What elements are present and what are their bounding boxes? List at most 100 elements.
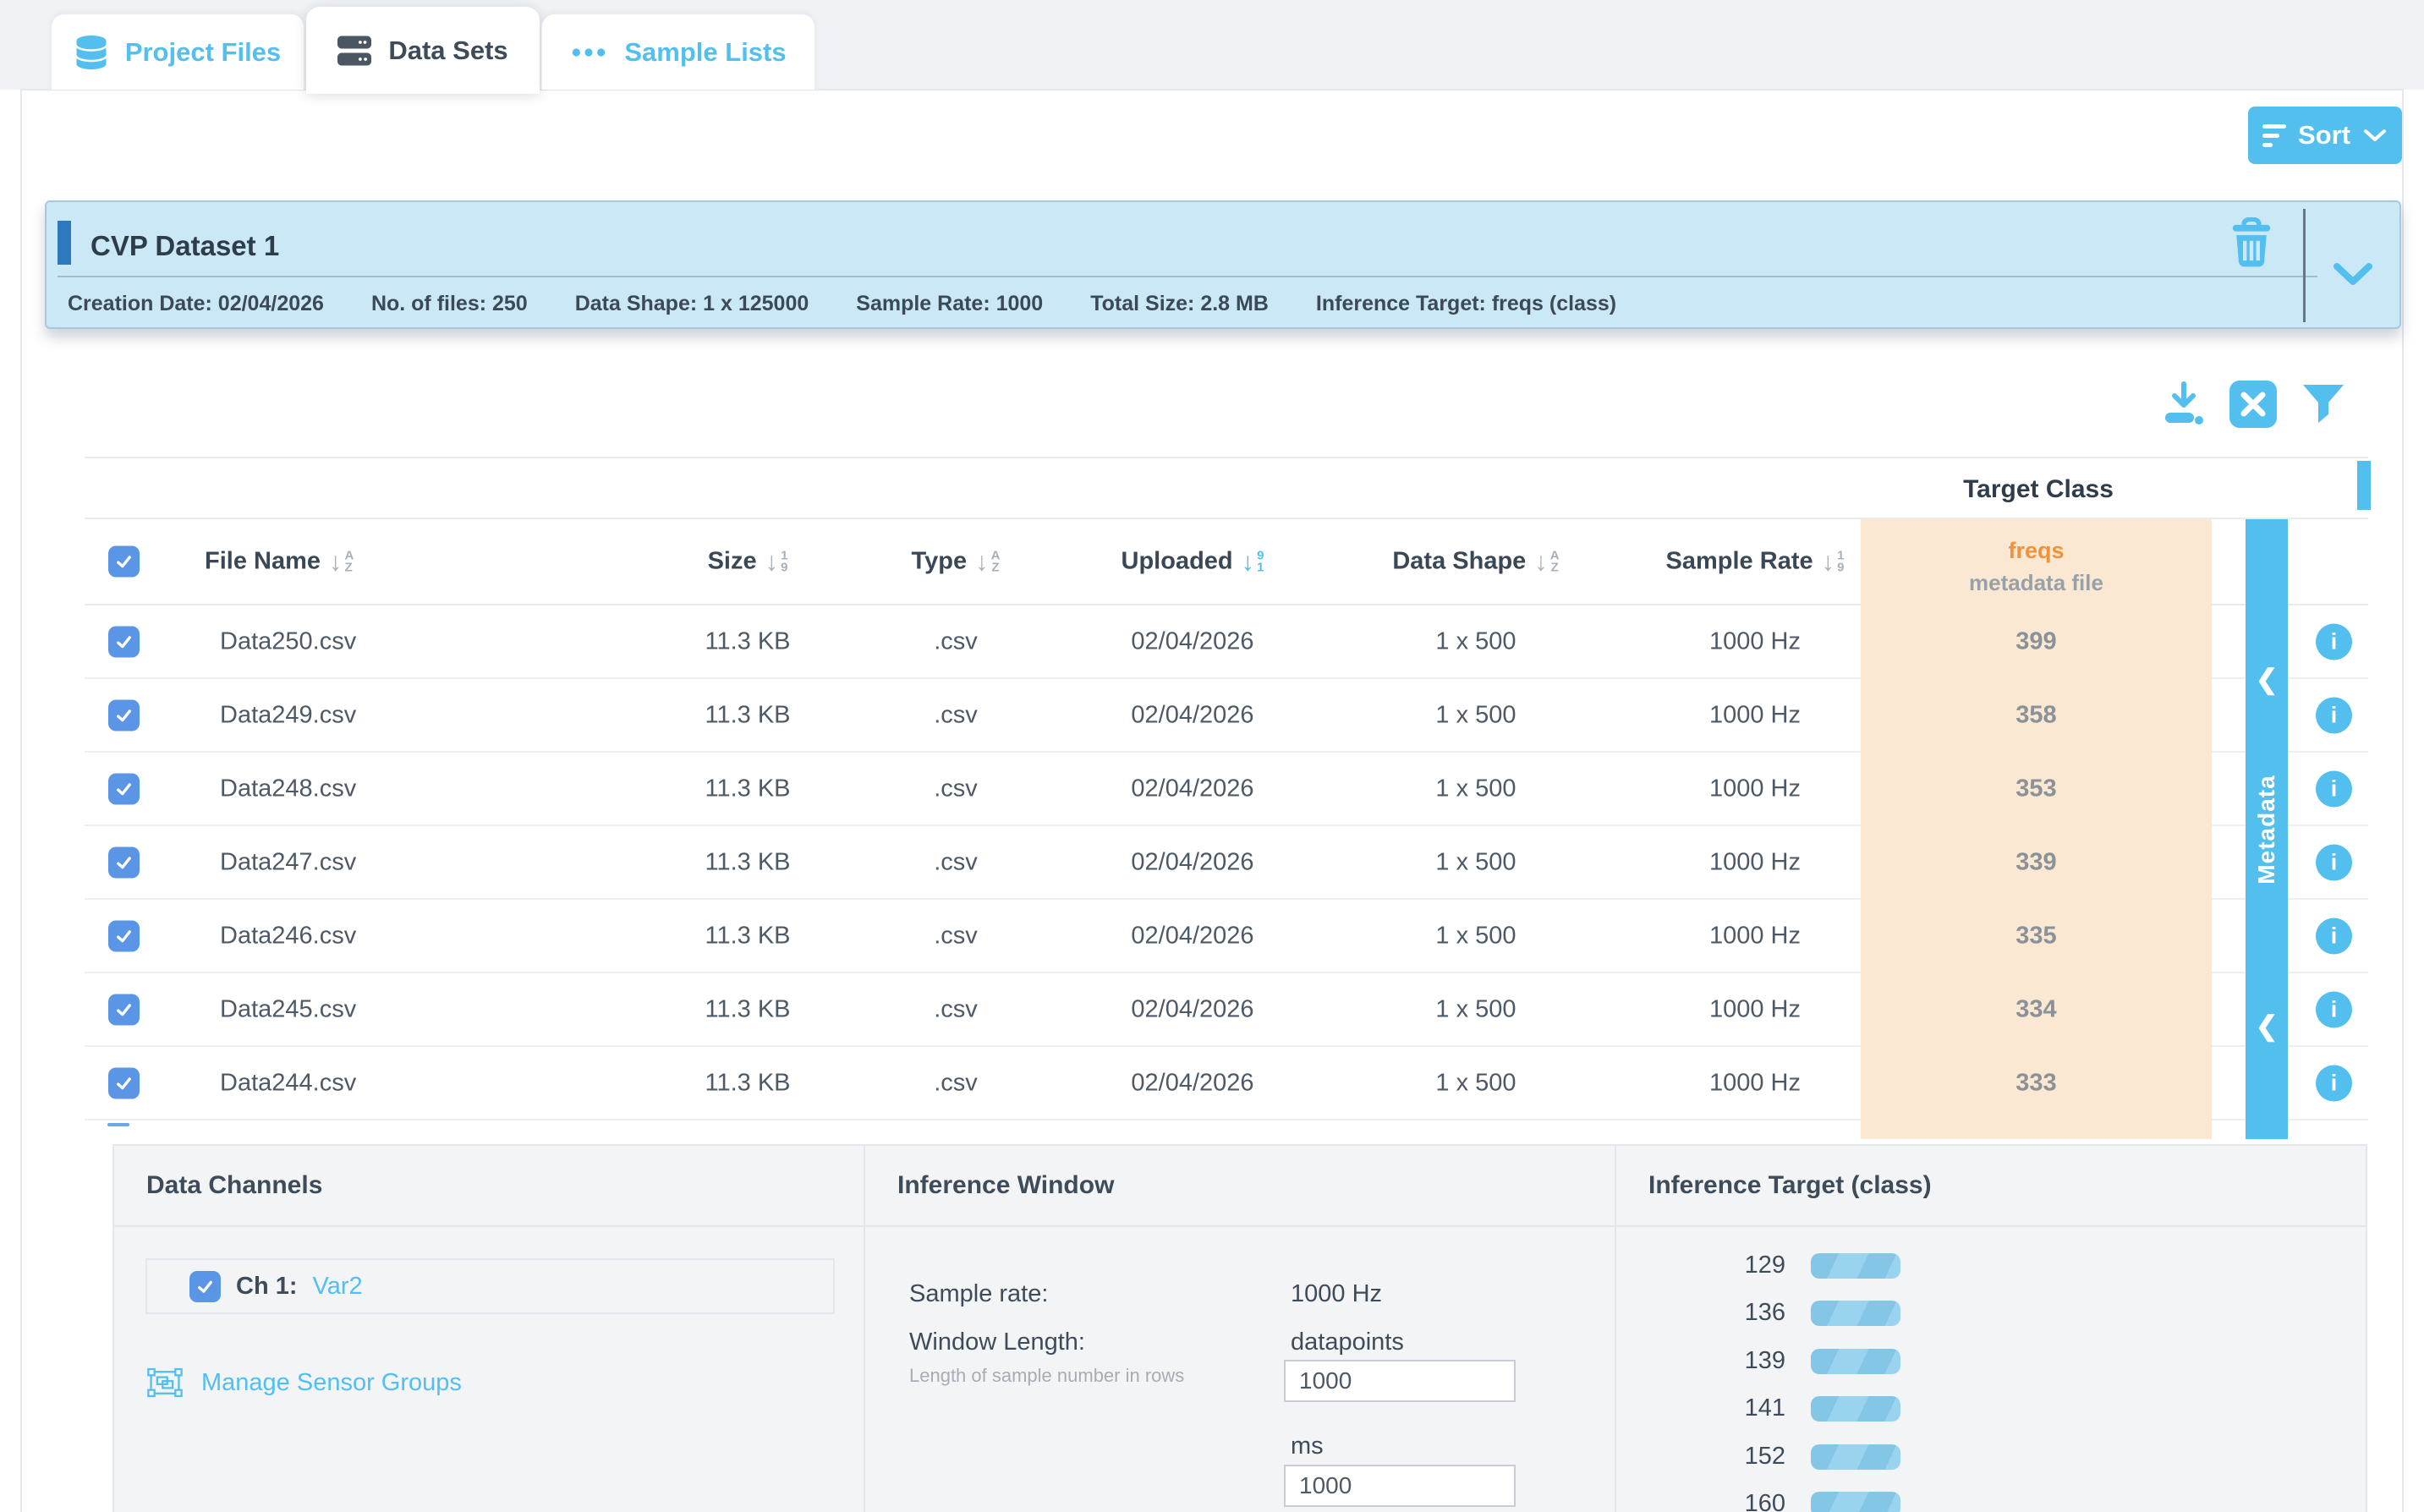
data-shape-cell: 1 x 500 <box>1374 1069 1577 1097</box>
data-shape-cell: 1 x 500 <box>1374 701 1577 729</box>
data-shape-cell: 1 x 500 <box>1374 922 1577 950</box>
dataset-meta-item: Inference Target: freqs (class) <box>1316 292 1616 316</box>
server-icon <box>337 34 371 68</box>
sample-rate-label: Sample rate: <box>909 1280 1048 1308</box>
target-column-subtitle: metadata file <box>1861 570 2212 596</box>
dataset-meta-item: Total Size: 2.8 MB <box>1090 292 1269 316</box>
row-checkbox[interactable] <box>108 626 140 657</box>
sort-icon: ↓AZ <box>975 549 1000 575</box>
sample-rate-cell: 1000 Hz <box>1653 701 1856 729</box>
column-header-sample-rate[interactable]: Sample Rate ↓19 <box>1653 548 1856 576</box>
info-icon[interactable]: i <box>2316 770 2352 807</box>
class-distribution-bar <box>1811 1301 1900 1326</box>
row-checkbox[interactable] <box>108 920 140 951</box>
download-icon[interactable] <box>2162 381 2206 428</box>
target-class-value: 353 <box>1861 775 2212 803</box>
column-header-data-shape[interactable]: Data Shape ↓AZ <box>1374 548 1577 576</box>
file-name-cell: Data244.csv <box>220 1069 356 1097</box>
target-class-value: 334 <box>1861 996 2212 1024</box>
uploaded-cell: 02/04/2026 <box>1091 995 1294 1023</box>
datapoints-label: datapoints <box>1291 1328 1404 1356</box>
type-cell: .csv <box>854 995 1057 1023</box>
filter-icon[interactable] <box>2301 382 2346 426</box>
type-cell: .csv <box>854 627 1057 655</box>
ms-input[interactable] <box>1284 1465 1516 1507</box>
delete-dataset-icon[interactable] <box>2229 217 2274 268</box>
sample-rate-cell: 1000 Hz <box>1653 775 1856 803</box>
card-accent-bar <box>58 221 71 265</box>
select-all-checkbox[interactable] <box>108 546 140 578</box>
uploaded-cell: 02/04/2026 <box>1091 775 1294 803</box>
clear-selection-button[interactable] <box>2229 381 2277 428</box>
class-value: 129 <box>1701 1252 1785 1279</box>
inference-target-panel: Inference Target (class) 129136139141152… <box>1615 1144 2367 1512</box>
channel-row[interactable]: Ch 1: Var2 <box>145 1258 835 1314</box>
file-name-cell: Data246.csv <box>220 922 356 950</box>
data-shape-cell: 1 x 500 <box>1374 848 1577 876</box>
row-checkbox[interactable] <box>108 1067 140 1098</box>
target-class-value: 358 <box>1861 702 2212 730</box>
sample-rate-cell: 1000 Hz <box>1653 922 1856 950</box>
info-icon[interactable]: i <box>2316 697 2352 733</box>
sample-rate-cell: 1000 Hz <box>1653 995 1856 1023</box>
size-cell: 11.3 KB <box>646 848 849 876</box>
panel-title: Data Channels <box>114 1146 864 1227</box>
uploaded-cell: 02/04/2026 <box>1091 627 1294 655</box>
info-icon[interactable]: i <box>2316 1065 2352 1101</box>
sort-label: Sort <box>2298 120 2350 151</box>
class-distribution-bar <box>1811 1444 1900 1470</box>
column-header-size[interactable]: Size ↓19 <box>646 548 849 576</box>
size-cell: 11.3 KB <box>646 627 849 655</box>
dataset-meta-item: No. of files: 250 <box>371 292 528 316</box>
uploaded-cell: 02/04/2026 <box>1091 848 1294 876</box>
uploaded-cell: 02/04/2026 <box>1091 701 1294 729</box>
tab-label: Project Files <box>125 37 281 68</box>
class-distribution-bar <box>1811 1349 1900 1374</box>
row-checkbox[interactable] <box>108 773 140 804</box>
metadata-sidebar-toggle[interactable]: ❮ Metadata ❮ <box>2246 519 2288 1139</box>
size-cell: 11.3 KB <box>646 922 849 950</box>
target-class-value: 333 <box>1861 1070 2212 1098</box>
info-icon[interactable]: i <box>2316 991 2352 1027</box>
dataset-title: CVP Dataset 1 <box>90 230 279 262</box>
data-shape-cell: 1 x 500 <box>1374 775 1577 803</box>
row-checkbox[interactable] <box>108 699 140 731</box>
sort-button[interactable]: Sort <box>2248 107 2402 164</box>
info-icon[interactable]: i <box>2316 623 2352 660</box>
class-distribution-bar <box>1811 1396 1900 1422</box>
class-distribution-bar <box>1811 1492 1900 1512</box>
type-cell: .csv <box>854 1069 1057 1097</box>
expand-collapse-chevron-icon[interactable] <box>2332 261 2374 287</box>
data-shape-cell: 1 x 500 <box>1374 627 1577 655</box>
tab-project-files[interactable]: Project Files <box>51 14 304 90</box>
files-table: File Name ↓AZ Size ↓19 Type ↓AZ Uploaded… <box>85 518 2368 1143</box>
channel-checkbox[interactable] <box>189 1271 221 1302</box>
type-cell: .csv <box>854 701 1057 729</box>
bottom-panels: Data Channels Ch 1: Var2 M <box>112 1144 2367 1512</box>
datapoints-input[interactable] <box>1284 1360 1516 1402</box>
object-group-icon <box>147 1367 183 1398</box>
column-header-file-name[interactable]: File Name ↓AZ <box>205 548 354 576</box>
info-icon[interactable]: i <box>2316 918 2352 954</box>
type-cell: .csv <box>854 775 1057 803</box>
dataset-meta-row: Creation Date: 02/04/2026No. of files: 2… <box>68 283 1616 324</box>
sort-icon: ↓19 <box>1822 549 1845 575</box>
info-icon[interactable]: i <box>2316 844 2352 880</box>
file-name-cell: Data247.csv <box>220 848 356 876</box>
column-header-uploaded[interactable]: Uploaded ↓91 <box>1091 548 1294 576</box>
class-value: 160 <box>1701 1490 1785 1512</box>
chevron-left-icon[interactable]: ❮ <box>2246 1010 2288 1042</box>
tab-sample-lists[interactable]: Sample Lists <box>541 14 815 90</box>
channel-label: Ch 1: <box>236 1273 298 1301</box>
panel-title: Inference Target (class) <box>1616 1146 2366 1227</box>
table-scrollbar-thumb[interactable] <box>2357 461 2371 510</box>
row-checkbox[interactable] <box>108 994 140 1025</box>
size-cell: 11.3 KB <box>646 701 849 729</box>
close-icon <box>2240 391 2267 418</box>
manage-sensor-groups-link[interactable]: Manage Sensor Groups <box>147 1367 462 1398</box>
tab-data-sets[interactable]: Data Sets <box>306 7 540 94</box>
column-header-type[interactable]: Type ↓AZ <box>854 548 1057 576</box>
card-vertical-divider <box>2303 209 2306 322</box>
row-checkbox[interactable] <box>108 846 140 878</box>
chevron-left-icon[interactable]: ❮ <box>2246 663 2288 695</box>
